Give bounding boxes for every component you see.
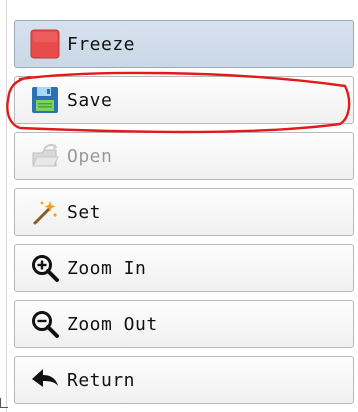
zoom-in-icon bbox=[29, 252, 61, 284]
set-button-label: Set bbox=[67, 201, 102, 223]
freeze-button[interactable]: Freeze bbox=[14, 20, 354, 68]
wand-icon bbox=[29, 196, 61, 228]
open-button[interactable]: Open bbox=[14, 132, 354, 180]
zoom-out-button[interactable]: Zoom Out bbox=[14, 300, 354, 348]
floppy-disk-icon bbox=[29, 84, 61, 116]
zoom-out-button-label: Zoom Out bbox=[67, 313, 158, 335]
return-button[interactable]: Return bbox=[14, 356, 354, 404]
open-folder-icon bbox=[29, 140, 61, 172]
back-arrow-icon bbox=[29, 364, 61, 396]
save-button[interactable]: Save bbox=[14, 76, 354, 124]
zoom-out-icon bbox=[29, 308, 61, 340]
panel-divider bbox=[6, 0, 7, 412]
zoom-in-button[interactable]: Zoom In bbox=[14, 244, 354, 292]
open-button-label: Open bbox=[67, 145, 113, 167]
zoom-in-button-label: Zoom In bbox=[67, 257, 147, 279]
return-button-label: Return bbox=[67, 369, 136, 391]
window-corner-mark bbox=[0, 398, 8, 408]
set-button[interactable]: Set bbox=[14, 188, 354, 236]
freeze-button-label: Freeze bbox=[67, 33, 136, 55]
save-button-label: Save bbox=[67, 89, 113, 111]
freeze-square-icon bbox=[29, 28, 61, 60]
